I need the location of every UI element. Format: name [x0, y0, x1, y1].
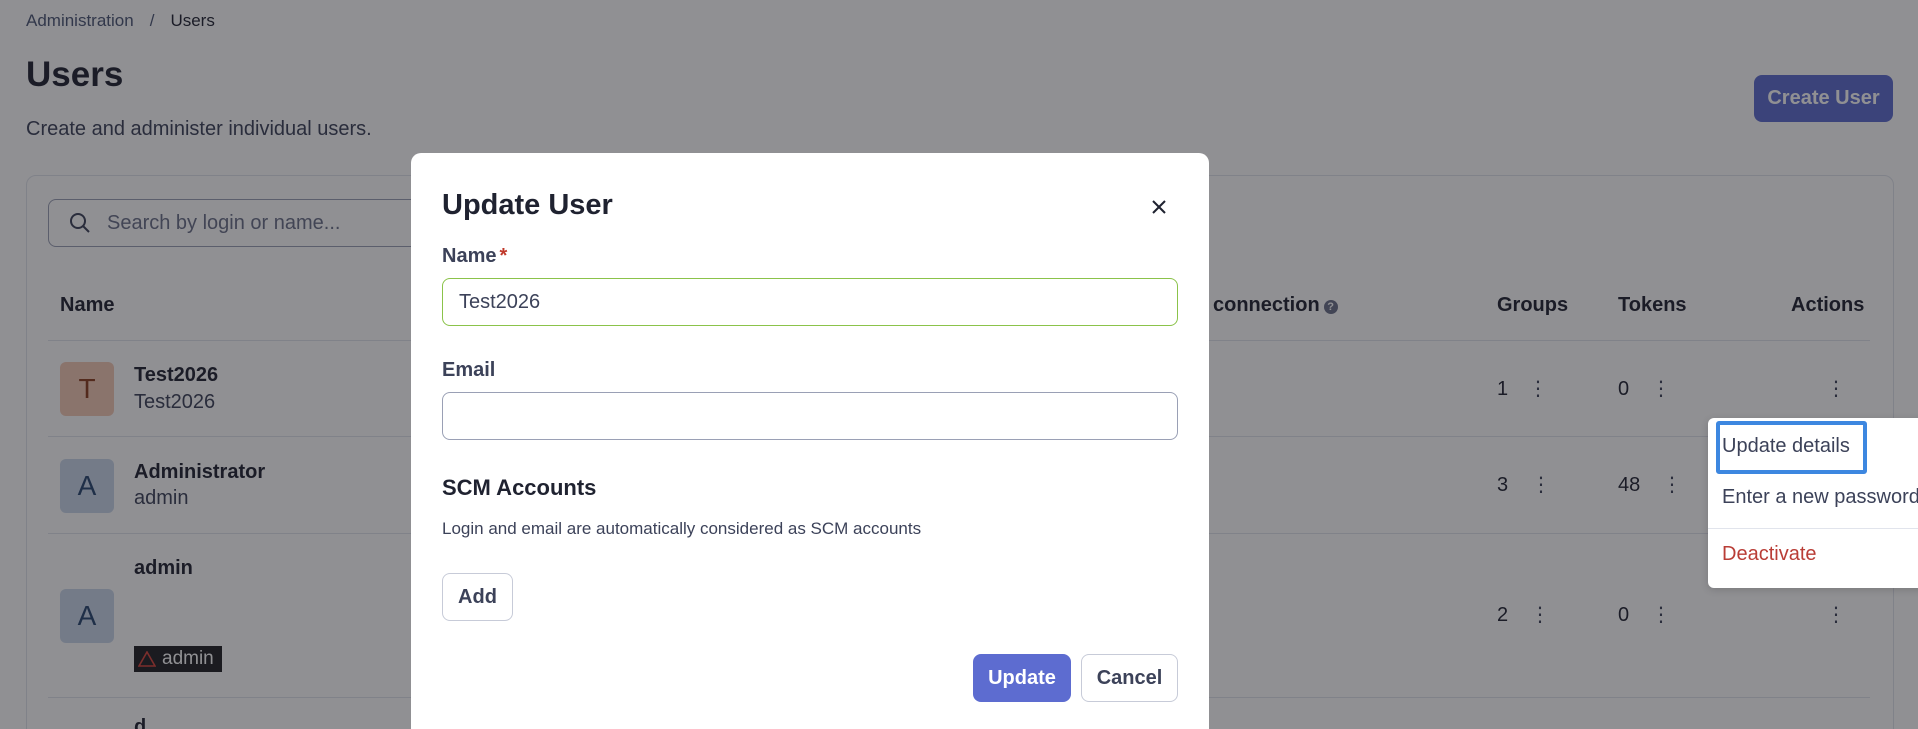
- menu-item-update-details[interactable]: Update details: [1722, 435, 1850, 458]
- update-user-modal: Update User Name* Email SCM Accounts Log…: [411, 153, 1209, 729]
- menu-item-deactivate[interactable]: Deactivate: [1722, 543, 1817, 566]
- modal-title: Update User: [442, 189, 613, 221]
- close-icon[interactable]: [1146, 194, 1172, 220]
- action-menu: Update details Enter a new password Deac…: [1708, 418, 1918, 588]
- email-field[interactable]: [442, 392, 1178, 440]
- name-field[interactable]: [442, 278, 1178, 326]
- email-label: Email: [442, 359, 496, 381]
- scm-accounts-title: SCM Accounts: [442, 475, 597, 500]
- cancel-button[interactable]: Cancel: [1081, 654, 1178, 702]
- required-mark: *: [499, 245, 508, 267]
- scm-accounts-description: Login and email are automatically consid…: [442, 519, 922, 538]
- menu-divider: [1708, 528, 1918, 529]
- update-button[interactable]: Update: [973, 654, 1071, 702]
- name-label: Name *: [442, 245, 507, 268]
- add-scm-button[interactable]: Add: [442, 573, 513, 621]
- name-label-text: Name: [442, 245, 497, 267]
- menu-item-enter-password[interactable]: Enter a new password: [1722, 486, 1918, 509]
